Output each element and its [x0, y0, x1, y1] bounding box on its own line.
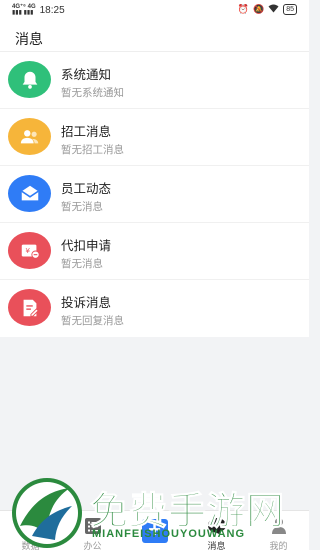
message-item-deduction[interactable]: ¥ 代扣申请 暂无消息 — [0, 223, 309, 280]
tab-profile[interactable]: 我的 — [248, 511, 309, 550]
message-item-complaint[interactable]: 投诉消息 暂无回复消息 — [0, 280, 309, 337]
status-bar: 4G⁺⁶ 4G ▮▮▮ ▮▮▮ 18:25 ⏰ 🔕 85 — [0, 0, 309, 20]
message-subtitle: 暂无系统通知 — [61, 87, 124, 99]
message-title: 系统通知 — [61, 68, 112, 82]
message-subtitle: 暂无招工消息 — [61, 144, 124, 156]
status-right: ⏰ 🔕 85 — [238, 4, 297, 15]
chart-icon — [21, 516, 41, 536]
bottom-tab-bar: 数据 办公 + 消息 我的 — [0, 510, 309, 550]
checklist-icon — [83, 516, 103, 536]
tab-data[interactable]: 数据 — [0, 511, 61, 550]
tab-label: 消息 — [207, 541, 226, 550]
svg-text:¥: ¥ — [25, 245, 30, 254]
message-title: 代扣申请 — [61, 239, 112, 253]
tab-label: 办公 — [83, 541, 102, 550]
status-left: 4G⁺⁶ 4G ▮▮▮ ▮▮▮ 18:25 — [12, 4, 65, 16]
mute-icon: 🔕 — [252, 4, 265, 14]
tab-label: 我的 — [269, 541, 288, 550]
chat-icon — [207, 516, 227, 536]
message-title: 投诉消息 — [61, 296, 112, 310]
message-list: 系统通知 暂无系统通知 招工消息 暂无招工消息 员工动态 暂无消息 ¥ 代扣申请… — [0, 52, 309, 337]
battery-indicator: 85 — [283, 4, 297, 15]
signal-icon: 4G⁺⁶ 4G ▮▮▮ ▮▮▮ — [12, 4, 36, 16]
tab-office[interactable]: 办公 — [62, 511, 123, 550]
message-subtitle: 暂无消息 — [61, 258, 103, 270]
page-title: 消息 — [15, 31, 43, 47]
signal-bottom: ▮▮▮ ▮▮▮ — [12, 10, 34, 16]
people-icon — [8, 118, 51, 155]
alarm-icon: ⏰ — [237, 4, 249, 14]
complaint-icon — [8, 289, 51, 326]
clock-time: 18:25 — [39, 4, 65, 16]
message-title: 招工消息 — [61, 125, 112, 139]
mail-icon — [8, 175, 51, 212]
message-item-employee[interactable]: 员工动态 暂无消息 — [0, 166, 309, 223]
tab-label: 数据 — [21, 541, 40, 550]
message-subtitle: 暂无回复消息 — [61, 315, 124, 327]
plus-icon[interactable]: + — [141, 519, 168, 543]
tab-add[interactable]: + — [124, 511, 185, 550]
message-item-recruit[interactable]: 招工消息 暂无招工消息 — [0, 109, 309, 166]
wifi-icon — [268, 4, 279, 15]
title-bar: 消息 — [0, 20, 309, 52]
user-icon — [269, 516, 289, 536]
tab-messages[interactable]: 消息 — [186, 511, 247, 550]
message-title: 员工动态 — [61, 182, 112, 196]
message-subtitle: 暂无消息 — [61, 201, 103, 213]
message-item-system[interactable]: 系统通知 暂无系统通知 — [0, 52, 309, 109]
bell-icon — [8, 61, 51, 98]
money-card-icon: ¥ — [8, 232, 51, 269]
